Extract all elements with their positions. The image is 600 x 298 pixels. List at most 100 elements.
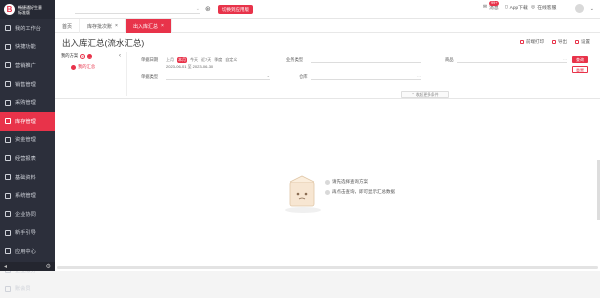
headset-icon: ◎ (531, 5, 535, 10)
horizontal-scrollbar[interactable] (57, 266, 598, 269)
date-range-input[interactable]: 2023-06-01 至 2023-06-30 (166, 64, 213, 70)
sidebar-item-12[interactable]: 应用中心 (0, 242, 55, 261)
user-menu[interactable]: ⌄ (575, 4, 594, 13)
main-panel: 我的方案 + … 我的汇总 ‹ 单据日期 上月本月今天近7天季度自定义 2023… (55, 50, 600, 271)
sidebar-item-5[interactable]: 库存管理 (0, 112, 55, 131)
refresh-icon[interactable]: ⊛ (205, 5, 211, 14)
toggle-conditions-button[interactable]: ⌃ 收起更多条件 (401, 91, 449, 98)
chart-icon (5, 155, 11, 161)
warehouse-select[interactable]: … (311, 73, 421, 80)
bag-icon (5, 100, 11, 106)
business-type-label: 业务类型 (286, 57, 303, 63)
plan-panel: 我的方案 + … 我的汇总 (61, 53, 116, 99)
warehouse-label: 仓库 (299, 74, 308, 80)
sidebar-item-label: 新手引导 (15, 229, 36, 236)
empty-tips: 请先选择查询方案 再点击查询，即可显示汇总数据 (325, 177, 395, 197)
book-icon (5, 174, 11, 180)
date-quick-0[interactable]: 上月 (166, 57, 174, 63)
sidebar-item-label: 账会员 (15, 285, 31, 292)
wallet-icon (5, 137, 11, 143)
page-header: 出入库汇总(流水汇总) 前端打印 导出 设置 (55, 33, 600, 50)
link-icon (5, 211, 11, 217)
sidebar-item-4[interactable]: 采购管理 (0, 93, 55, 112)
brand-edition: 标准版 (18, 10, 42, 15)
plan-item-my-summary[interactable]: 我的汇总 (71, 64, 116, 70)
page-action-0[interactable]: 前端打印 (520, 39, 544, 45)
query-button[interactable]: 查询 (572, 56, 588, 63)
sidebar-footer: ◂ ⚙ (0, 262, 55, 271)
empty-box-illustration (278, 170, 328, 216)
sidebar-item-label: 经营报表 (15, 155, 36, 162)
page-action-1[interactable]: 导出 (552, 39, 567, 45)
tab-1[interactable]: 库存批次账× (80, 19, 126, 33)
sidebar-item-label: 应用中心 (15, 248, 36, 255)
date-quick-5[interactable]: 自定义 (225, 57, 237, 63)
plan-title: 我的方案 (61, 53, 78, 59)
sidebar-item-11[interactable]: 新手引导 (0, 224, 55, 243)
sidebar-item-label: 基础资料 (15, 174, 36, 181)
collapse-plan-icon[interactable]: ‹ (119, 53, 121, 59)
sidebar-item-10[interactable]: 企业协同 (0, 205, 55, 224)
sidebar-item-label: 快捷功能 (15, 43, 36, 50)
compass-icon (5, 230, 11, 236)
megaphone-icon (5, 62, 11, 68)
app-download-button[interactable]: ▯App下载 (505, 4, 528, 11)
page-title: 出入库汇总(流水汇总) (62, 37, 144, 49)
sidebar-item-label: 我的工作台 (15, 25, 41, 32)
apps-icon (5, 248, 11, 254)
add-plan-button[interactable]: + (80, 54, 85, 59)
sidebar-item-1[interactable]: 快捷功能 (0, 38, 55, 57)
sidebar-item-label: 采购管理 (15, 99, 36, 106)
more-icon: … (417, 73, 421, 78)
reset-button[interactable]: 重置 (572, 66, 588, 73)
sidebar-item-14[interactable]: 账会员 (0, 279, 55, 298)
page-actions: 前端打印 导出 设置 (520, 39, 590, 45)
settings-icon[interactable]: ⚙ (46, 263, 51, 270)
home-icon (5, 25, 11, 31)
page-action-2[interactable]: 设置 (575, 39, 590, 45)
store-selector[interactable]: ⌄ (75, 5, 200, 14)
sidebar-item-3[interactable]: 销售管理 (0, 75, 55, 94)
date-label: 单据日期 (141, 57, 158, 63)
date-quick-1[interactable]: 本月 (177, 57, 187, 63)
avatar (575, 4, 584, 13)
grid-icon (5, 44, 11, 50)
sidebar-item-0[interactable]: 我的工作台 (0, 19, 55, 38)
business-type-select[interactable] (311, 56, 421, 63)
filter-area: 单据日期 上月本月今天近7天季度自定义 2023-06-01 至 2023-06… (141, 54, 600, 99)
close-icon[interactable]: × (161, 23, 164, 29)
gear-icon (5, 193, 11, 199)
user-icon (5, 286, 11, 292)
switch-version-button[interactable]: 切换到应用版 (218, 5, 253, 14)
online-service-button[interactable]: ◎在线客服 (531, 4, 556, 11)
sidebar-item-2[interactable]: 营销推广 (0, 56, 55, 75)
tab-0[interactable]: 首页 (55, 19, 80, 33)
sidebar-item-9[interactable]: 系统管理 (0, 186, 55, 205)
sidebar-item-6[interactable]: 资金管理 (0, 131, 55, 150)
more-plan-button[interactable]: … (87, 54, 92, 59)
messages-button[interactable]: ✉消息99+ (483, 4, 499, 11)
message-count-badge: 99+ (489, 1, 499, 6)
brand-name: 畅捷通好生意 (18, 5, 42, 10)
sidebar-item-label: 营销推广 (15, 62, 36, 69)
date-quick-select: 上月本月今天近7天季度自定义 (166, 57, 237, 63)
close-icon[interactable]: × (115, 23, 118, 29)
date-quick-4[interactable]: 季度 (214, 57, 222, 63)
top-bar: ⌄ ⊛ 切换到应用版 ✉消息99+ ▯App下载 ◎在线客服 ⌄ (55, 0, 600, 19)
date-quick-2[interactable]: 今天 (190, 57, 198, 63)
more-icon: … (563, 56, 567, 61)
sidebar-item-label: 库存管理 (15, 118, 36, 125)
tip-1: 请先选择查询方案 (332, 177, 368, 187)
box-icon (5, 118, 11, 124)
sidebar-item-7[interactable]: 经营报表 (0, 149, 55, 168)
plan-dot-icon (71, 65, 76, 70)
date-quick-3[interactable]: 近7天 (201, 57, 211, 63)
goods-select[interactable]: … (457, 56, 567, 63)
type-select[interactable]: ⌄ (166, 73, 270, 80)
sidebar-collapse-icon[interactable]: ◂ (4, 263, 7, 270)
goods-label: 商品 (445, 57, 454, 63)
sidebar-item-label: 系统管理 (15, 192, 36, 199)
sidebar-item-8[interactable]: 基础资料 (0, 168, 55, 187)
sidebar: B 畅捷通好生意标准版 我的工作台快捷功能营销推广销售管理采购管理库存管理资金管… (0, 0, 55, 271)
tab-2[interactable]: 出入库汇总× (126, 19, 172, 33)
